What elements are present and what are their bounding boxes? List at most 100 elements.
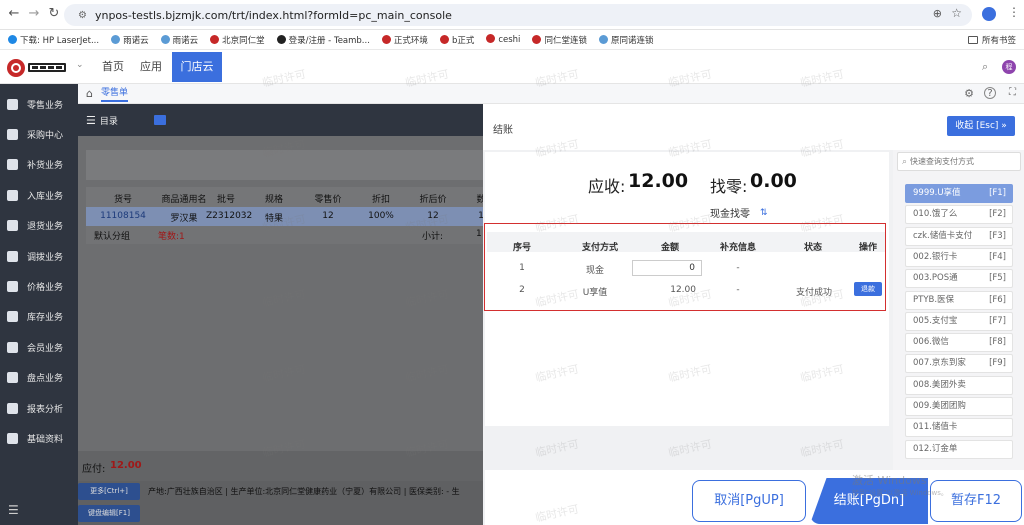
purchase-icon [7,129,18,141]
bookmark-item[interactable]: 北京同仁堂 [210,34,265,46]
sidebar-item[interactable]: 调拨业务 [0,241,78,271]
col-no: 序号 [512,243,531,253]
bookmark-item[interactable]: 下载: HP LaserJet... [8,34,99,46]
site-info-icon[interactable]: ⚙ [78,10,87,21]
list-cell: Z2312032 [206,211,253,221]
collapse-sidebar-icon[interactable]: ☰ [8,503,19,517]
col-info: 补充信息 [719,243,756,253]
search-icon[interactable]: ⌕ [982,60,988,74]
activate-windows-sub: 转到"设置"以激活 Windows。 [852,489,948,497]
collapse-button[interactable]: 收起 [Esc] » [947,116,1015,136]
payment-method-item[interactable]: 012.订金单 [905,439,1013,459]
nav-home[interactable]: 首页 [96,52,130,82]
receivable-value: 12.00 [628,170,689,192]
menu-icon[interactable]: ☰ [86,114,96,127]
payment-method-item[interactable]: 010.饿了么 [F2] [905,205,1013,225]
method-search[interactable]: ⌕ [897,152,1021,171]
payment-method-item[interactable]: czk.储值卡支付 [F3] [905,226,1013,246]
bookmark-favicon-icon [439,34,449,44]
more-button[interactable]: 更多[Ctrl+] [78,483,140,500]
payment-method-item[interactable]: 006.微信 [F8] [905,333,1013,353]
refund-button[interactable]: 退款 [854,282,882,296]
sidebar-item[interactable]: 采购中心 [0,119,78,149]
row2-info: - [736,285,740,295]
sidebar-item[interactable]: 报表分析 [0,393,78,423]
payment-method-item[interactable]: 009.美团团购 [905,397,1013,416]
table-row[interactable]: 11108154 罗汉果 Z2312032 特果 12 100% 12 1 [86,207,484,226]
sidebar-item[interactable]: 基础资料 [0,423,78,453]
sidebar-item[interactable]: 会员业务 [0,332,78,362]
keyboard-edit-button[interactable]: 键盘编辑[F1] [78,505,140,522]
nav-store-cloud[interactable]: 门店云 [172,52,222,82]
cash-amount-input[interactable]: 0 [632,260,702,276]
payment-method-item[interactable]: 002.银行卡 [F4] [905,247,1013,267]
payment-method-item[interactable]: PTYB.医保 [F6] [905,290,1013,310]
list-column-header: 零售价 [314,195,342,205]
nav-apps[interactable]: 应用 [134,52,168,82]
fullscreen-icon[interactable]: ⛶ [1009,87,1016,98]
method-search-input[interactable] [910,157,1011,166]
sidebar-item[interactable]: 盘点业务 [0,363,78,393]
bookmark-item[interactable]: ceshi [486,34,520,45]
hold-button[interactable]: 暂存F12 [930,480,1022,522]
bookmark-label: ceshi [498,35,521,45]
reload-icon[interactable]: ↻ [46,6,62,22]
sidebar-item[interactable]: 入库业务 [0,180,78,210]
payment-method-item[interactable]: 003.POS通 [F5] [905,269,1013,289]
bookmark-item[interactable]: 正式环境 [381,34,428,46]
payment-method-label: 009.美团团购 [913,401,966,411]
tab-retail-order[interactable]: 零售单 [100,85,128,102]
help-icon[interactable]: ? [984,87,996,99]
bookmark-favicon-icon [276,34,286,44]
sidebar-item[interactable]: 库存业务 [0,302,78,332]
payment-method-shortcut: [F7] [989,315,1006,326]
col-method: 支付方式 [581,243,618,253]
payment-method-item[interactable]: 011.储值卡 [905,418,1013,438]
cancel-button[interactable]: 取消[PgUP] [692,480,806,522]
payment-method-item[interactable]: 9999.U享值 [F1] [905,184,1013,203]
change-label: 找零: [710,177,748,196]
profile-icon[interactable] [982,7,996,21]
sidebar-item-label: 采购中心 [27,131,64,142]
bookmark-star-icon[interactable]: ☆ [951,6,962,20]
payment-method-label: 010.饿了么 [913,209,958,220]
row1-no: 1 [519,263,525,273]
bookmark-item[interactable]: 原同诺连锁 [598,34,653,46]
layout-icon[interactable] [153,115,166,125]
bookmark-item[interactable]: 同仁堂连锁 [532,34,587,46]
sidebar-item-label: 补货业务 [27,161,64,172]
list-column-header: 商品通用名 [161,195,207,205]
chevron-down-icon[interactable]: ⌄ [76,60,84,70]
due-bar: 应付: 12.00 [78,451,483,481]
sidebar-item[interactable]: 补货业务 [0,150,78,180]
payment-method-shortcut: [F5] [989,273,1006,284]
settings-icon[interactable]: ⚙ [964,87,974,100]
activate-windows-title: 激活 Windows [852,474,927,487]
bookmark-item[interactable]: 雨诺云 [160,34,198,46]
home-icon[interactable]: ⌂ [86,87,93,100]
sidebar-item[interactable]: 零售业务 [0,89,78,119]
user-avatar[interactable]: 程 [1002,60,1016,74]
menu-label[interactable]: 目录 [100,114,118,127]
address-bar[interactable]: ⚙ ynpos-testls.bjzmjk.com/trt/index.html… [64,4,972,26]
all-bookmarks[interactable]: 所有书签 [967,34,1016,46]
zoom-icon[interactable]: ⊕ [933,7,942,20]
bookmark-favicon-icon [160,34,170,44]
back-icon[interactable]: ← [6,6,22,22]
payment-method-item[interactable]: 007.京东到家 [F9] [905,354,1013,374]
sidebar-item-label: 价格业务 [27,283,64,294]
col-status: 状态 [803,243,822,253]
forward-icon[interactable]: → [26,6,42,22]
menu-kebab-icon[interactable]: ⋮ [1008,5,1020,19]
bookmark-item[interactable]: b正式 [439,34,474,46]
bookmark-item[interactable]: 雨诺云 [111,34,149,46]
sidebar-item[interactable]: 退货业务 [0,211,78,241]
browser-toolbar: ← → ↻ ⚙ ynpos-testls.bjzmjk.com/trt/inde… [0,0,1024,30]
cash-change-toggle[interactable]: 现金找零 ⇅ [710,205,768,221]
bookmark-item[interactable]: 登录/注册 - Teamb... [276,34,370,46]
url-text: ynpos-testls.bjzmjk.com/trt/index.html?f… [94,8,452,22]
checkout-title: 结账 [493,125,513,136]
payment-method-item[interactable]: 005.支付宝 [F7] [905,311,1013,331]
sidebar-item[interactable]: 价格业务 [0,271,78,301]
payment-method-item[interactable]: 008.美团外卖 [905,375,1013,395]
